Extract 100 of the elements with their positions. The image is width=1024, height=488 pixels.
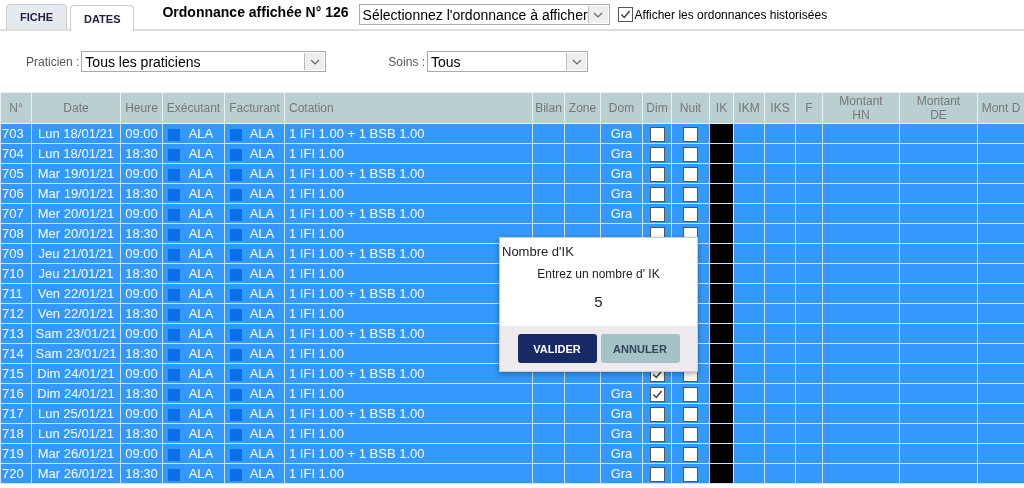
color-square-icon xyxy=(230,149,242,161)
color-square-icon xyxy=(230,429,242,441)
nuit-checkbox[interactable] xyxy=(683,186,698,202)
color-square-icon xyxy=(230,369,242,381)
table-cell: 711 xyxy=(0,283,32,304)
column-header: IK xyxy=(709,92,734,124)
table-cell: ALA xyxy=(188,266,214,281)
column-header: Exécutant xyxy=(162,92,225,124)
nuit-checkbox[interactable] xyxy=(683,146,698,162)
table-cell: ALA xyxy=(188,246,214,261)
color-square-icon xyxy=(230,309,242,321)
table-cell: ALA xyxy=(249,166,275,181)
table-cell: 714 xyxy=(0,343,32,364)
table-cell: 719 xyxy=(0,443,32,464)
column-header: Facturant xyxy=(224,92,285,124)
color-square-icon xyxy=(168,449,180,461)
dim-checkbox[interactable] xyxy=(649,426,665,442)
color-square-icon xyxy=(230,249,242,261)
table-cell: ALA xyxy=(188,406,214,421)
nuit-checkbox[interactable] xyxy=(683,446,698,462)
table-cell: ALA xyxy=(249,206,275,221)
column-header: Montant HN xyxy=(839,94,883,122)
color-square-icon xyxy=(230,349,242,361)
dim-checkbox[interactable] xyxy=(649,406,665,422)
dim-checkbox[interactable] xyxy=(649,146,665,162)
dim-checkbox[interactable] xyxy=(649,166,665,182)
table-cell: 716 xyxy=(0,383,32,404)
color-square-icon xyxy=(230,389,242,401)
column-header: N° xyxy=(0,92,32,124)
color-square-icon xyxy=(168,329,180,341)
color-square-icon xyxy=(230,469,242,481)
dim-checkbox[interactable] xyxy=(649,466,665,482)
dropdown-button[interactable] xyxy=(587,6,608,23)
filter-select[interactable]: Tous xyxy=(427,51,589,72)
table-cell: ALA xyxy=(249,446,275,461)
nuit-checkbox[interactable] xyxy=(683,426,698,442)
color-square-icon xyxy=(168,129,180,141)
chevron-down-icon xyxy=(309,58,320,65)
color-square-icon xyxy=(230,269,242,281)
column-header: Cotation xyxy=(284,92,533,124)
nuit-checkbox[interactable] xyxy=(683,406,698,422)
table-cell: ALA xyxy=(249,366,275,381)
table-cell: ALA xyxy=(188,286,214,301)
chevron-down-icon xyxy=(571,58,582,65)
column-header: Bilan xyxy=(532,92,565,124)
table-cell: ALA xyxy=(249,306,275,321)
table-cell: ALA xyxy=(188,346,214,361)
dim-checkbox[interactable] xyxy=(649,446,665,462)
color-square-icon xyxy=(168,469,180,481)
dim-checkbox[interactable] xyxy=(649,186,665,202)
filter-label: Praticien : xyxy=(26,54,80,69)
table-cell: 709 xyxy=(0,243,32,264)
table-cell: ALA xyxy=(249,146,275,161)
color-square-icon xyxy=(168,309,180,321)
tab[interactable]: DATES xyxy=(70,5,135,31)
color-square-icon xyxy=(230,329,242,341)
validate-button[interactable]: VALIDER xyxy=(517,334,597,363)
nuit-checkbox[interactable] xyxy=(683,206,698,222)
nuit-checkbox[interactable] xyxy=(683,126,698,142)
dim-checkbox[interactable] xyxy=(649,206,665,222)
cancel-button[interactable]: ANNULER xyxy=(600,334,680,363)
table-cell: 705 xyxy=(0,163,32,184)
table-cell: ALA xyxy=(188,386,214,401)
table-cell: ALA xyxy=(188,166,214,181)
table-cell: ALA xyxy=(249,406,275,421)
color-square-icon xyxy=(168,249,180,261)
color-square-icon xyxy=(168,429,180,441)
filter-select[interactable]: Tous les praticiens xyxy=(81,51,327,72)
table-cell: 710 xyxy=(0,263,32,284)
table-cell: ALA xyxy=(188,466,214,481)
filter-label: Soins : xyxy=(388,54,426,69)
column-header: IKS xyxy=(764,92,796,124)
table-cell: ALA xyxy=(249,126,275,141)
tab[interactable]: FICHE xyxy=(6,4,67,29)
table-cell: ALA xyxy=(188,186,214,201)
table-cell: ALA xyxy=(188,306,214,321)
table-cell: 707 xyxy=(0,203,32,224)
table-cell: 717 xyxy=(0,403,32,424)
ordonnance-select[interactable]: Sélectionnez l'ordonnance à afficher xyxy=(358,4,610,25)
dim-checkbox[interactable] xyxy=(649,386,665,402)
color-square-icon xyxy=(168,289,180,301)
table-cell: 720 xyxy=(0,463,32,484)
table-cell: ALA xyxy=(188,446,214,461)
ik-input[interactable]: 5 xyxy=(568,293,629,310)
table-cell: ALA xyxy=(249,386,275,401)
dropdown-button[interactable] xyxy=(304,53,325,70)
color-square-icon xyxy=(168,189,180,201)
history-checkbox[interactable] xyxy=(617,7,633,22)
table-cell: ALA xyxy=(188,226,214,241)
dropdown-button[interactable] xyxy=(566,53,587,70)
table-cell: ALA xyxy=(249,186,275,201)
color-square-icon xyxy=(230,229,242,241)
nuit-checkbox[interactable] xyxy=(683,386,698,402)
color-square-icon xyxy=(230,129,242,141)
nuit-checkbox[interactable] xyxy=(683,466,698,482)
nuit-checkbox[interactable] xyxy=(683,166,698,182)
column-header: Dom xyxy=(600,92,643,124)
column-header: Dim xyxy=(642,92,672,124)
dialog-prompt: Entrez un nombre d' IK xyxy=(536,267,661,281)
dim-checkbox[interactable] xyxy=(649,126,665,142)
